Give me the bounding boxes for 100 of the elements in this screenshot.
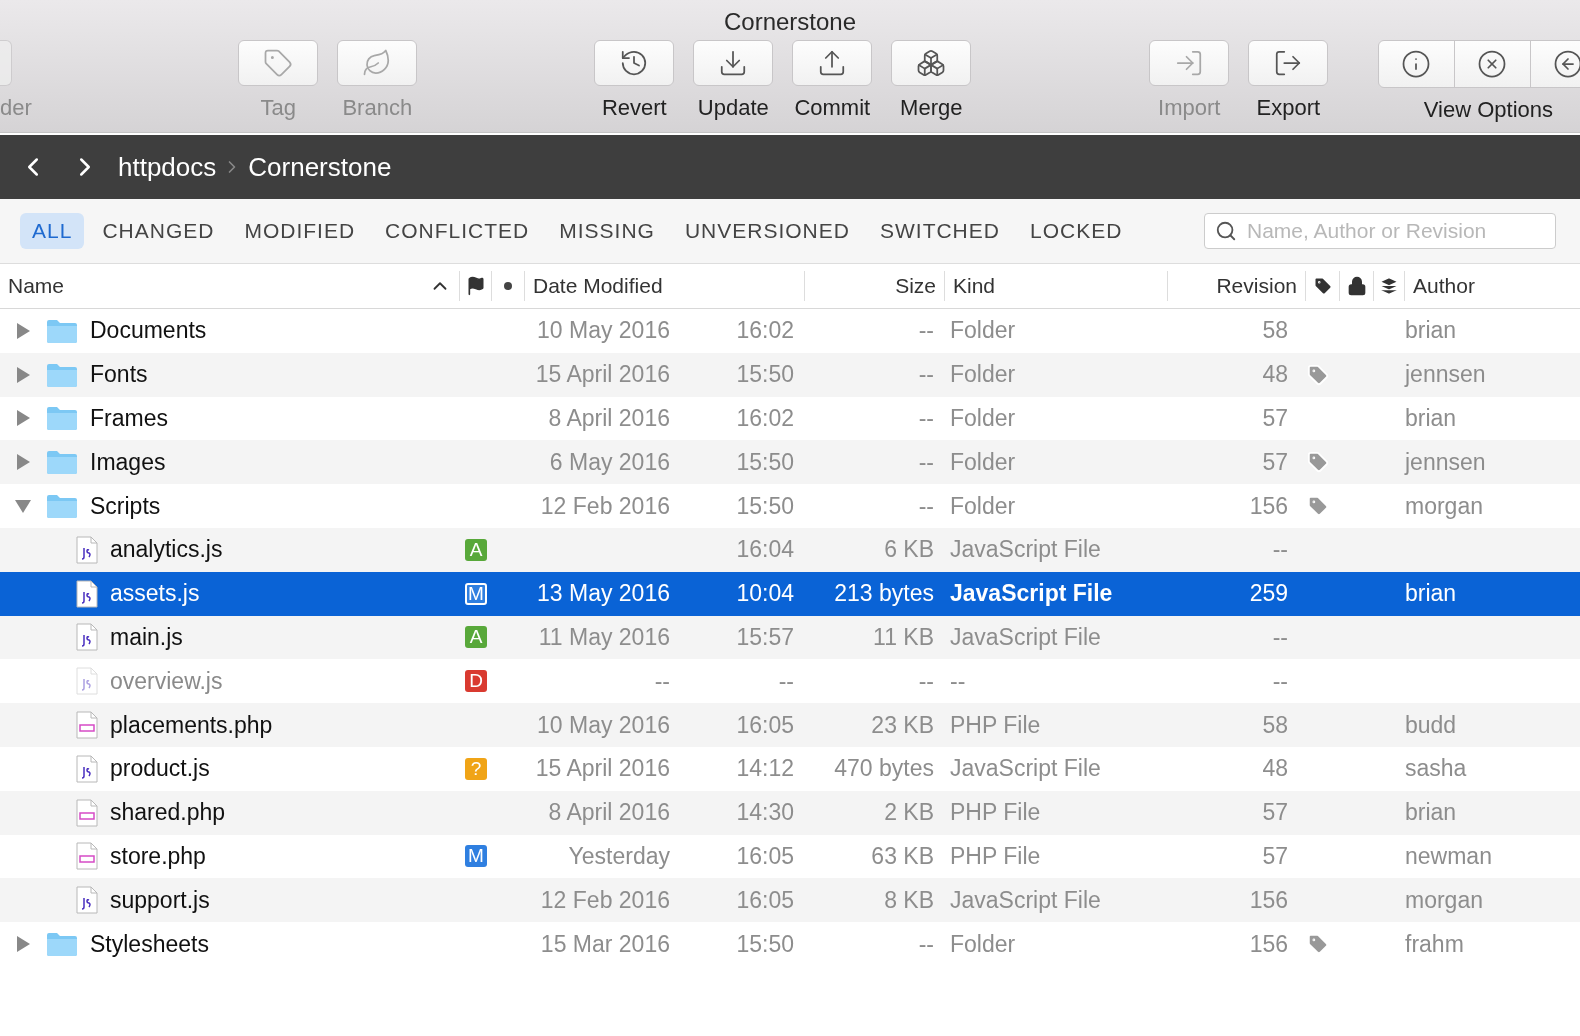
size-text: 11 KB — [872, 623, 935, 651]
size-text: -- — [917, 361, 935, 389]
date-text: 15 Mar 2016 — [539, 930, 671, 958]
revision-text: 57 — [1261, 448, 1289, 476]
time-text: 16:02 — [735, 405, 795, 432]
file-row[interactable]: support.js 12 Feb 2016 16:05 8 KB JavaScript File 156 morgan — [0, 878, 1580, 923]
time-text: 14:30 — [735, 799, 795, 827]
author-text: jennsen — [1403, 361, 1487, 389]
toolbar-button[interactable] — [792, 40, 873, 86]
file-row[interactable]: shared.php 8 April 2016 14:30 2 KB PHP File 57 brian — [0, 790, 1580, 835]
column-header[interactable]: Author — [1405, 271, 1580, 301]
filter-tab[interactable]: MISSING — [547, 213, 667, 249]
revision-text: 156 — [1248, 492, 1289, 520]
file-row[interactable]: assets.js M 13 May 2016 10:04 213 bytes JavaScript File 259 brian — [0, 571, 1580, 616]
toolbar-label: View Options — [1423, 97, 1553, 123]
file-name: shared.php — [110, 799, 226, 827]
file-name: store.php — [110, 842, 206, 870]
breadcrumb[interactable]: Cornerstone — [248, 151, 392, 183]
toolbar-label: Import — [1158, 95, 1221, 121]
date-text: 8 April 2016 — [547, 405, 671, 432]
revision-text: 57 — [1261, 842, 1289, 870]
date-text: 15 April 2016 — [534, 361, 671, 389]
size-text: -- — [917, 317, 935, 345]
triangle-right-icon — [15, 365, 31, 384]
date-text: 12 Feb 2016 — [539, 492, 671, 520]
revision-text: 156 — [1248, 886, 1289, 914]
toolbar-label: Revert — [601, 95, 667, 121]
file-row[interactable]: placements.php 10 May 2016 16:05 23 KB PHP File 58 budd — [0, 703, 1580, 747]
file-name: Scripts — [90, 492, 161, 520]
size-text: 470 bytes — [833, 755, 935, 783]
file-name: Frames — [90, 405, 168, 432]
date-text: 13 May 2016 — [536, 580, 671, 608]
toolbar-button[interactable] — [693, 40, 774, 86]
file-name: support.js — [110, 886, 210, 914]
triangle-down-icon — [14, 498, 32, 515]
status-badge: D — [465, 670, 487, 693]
file-row[interactable]: Fonts 15 April 2016 15:50 -- Folder 48 jennsen — [0, 352, 1580, 397]
triangle-right-icon — [15, 935, 31, 954]
file-name: main.js — [110, 623, 183, 651]
column-header[interactable]: Name — [0, 271, 460, 301]
file-row[interactable]: Images 6 May 2016 15:50 -- Folder 57 jennsen — [0, 440, 1580, 485]
size-text: 23 KB — [870, 711, 935, 739]
file-name: overview.js — [110, 667, 223, 695]
kind-text: PHP File — [949, 799, 1042, 827]
revision-text: 58 — [1261, 317, 1289, 345]
time-text: 16:04 — [735, 536, 795, 564]
author-text: brian — [1404, 317, 1458, 345]
filter-tab[interactable]: LOCKED — [1017, 213, 1135, 249]
time-text: 16:05 — [735, 886, 795, 914]
filter-tab[interactable]: MODIFIED — [232, 213, 368, 249]
column-header[interactable]: Date Modified — [525, 271, 805, 301]
tag-icon — [1312, 276, 1333, 296]
revision-text: 156 — [1248, 930, 1289, 958]
filter-tab[interactable]: CONFLICTED — [373, 213, 542, 249]
column-header[interactable]: Kind — [945, 271, 1168, 301]
size-text: 213 bytes — [833, 580, 935, 608]
kind-text: JavaScript File — [949, 623, 1102, 651]
kind-text: PHP File — [949, 711, 1042, 739]
toolbar-label: Tag — [260, 95, 297, 121]
kind-text: Folder — [949, 361, 1017, 389]
filter-tab[interactable]: SWITCHED — [867, 213, 1012, 249]
author-text: budd — [1404, 711, 1458, 739]
js-file-icon — [76, 579, 98, 608]
toolbar-button[interactable] — [594, 40, 675, 86]
status-badge: A — [465, 538, 487, 561]
back-icon — [1553, 49, 1580, 79]
revision-text: -- — [1271, 536, 1289, 564]
toolbar-button[interactable] — [1248, 40, 1329, 86]
kind-text: JavaScript File — [949, 886, 1102, 914]
filter-tab[interactable]: CHANGED — [90, 213, 227, 249]
window-title: Cornerstone — [723, 7, 857, 37]
column-header[interactable]: Revision — [1168, 271, 1306, 301]
js-file-icon — [76, 886, 98, 915]
file-row[interactable]: main.js A 11 May 2016 15:57 11 KB JavaScript File -- — [0, 615, 1580, 660]
toolbar-label: Export — [1256, 95, 1321, 121]
filter-tab[interactable]: UNVERSIONED — [672, 213, 862, 249]
file-name: placements.php — [110, 711, 273, 739]
time-text: 15:50 — [735, 492, 795, 520]
status-badge: A — [465, 626, 487, 649]
js-file-icon — [76, 754, 98, 783]
dot-icon — [504, 282, 512, 290]
php-file-icon — [76, 842, 98, 871]
toolbar-label: Branch — [342, 95, 413, 121]
column-header[interactable]: Size — [805, 271, 945, 301]
info-icon — [1401, 49, 1432, 79]
toolbar-label: Update — [697, 95, 769, 121]
search-field[interactable]: Name, Author or Revision — [1204, 213, 1556, 249]
tag-icon — [263, 48, 294, 78]
filter-tab[interactable]: ALL — [20, 213, 85, 249]
author-text: morgan — [1404, 886, 1484, 914]
view-options-control[interactable] — [1377, 40, 1580, 88]
file-name: assets.js — [110, 580, 200, 608]
file-row[interactable]: analytics.js A 16:04 6 KB JavaScript File -- — [0, 528, 1580, 572]
kind-text: Folder — [949, 405, 1017, 432]
time-text: 16:02 — [735, 317, 795, 345]
toolbar-button[interactable] — [891, 40, 972, 86]
file-name: Images — [90, 448, 166, 476]
toolbar-label: der — [0, 95, 32, 121]
kind-text: PHP File — [949, 842, 1042, 870]
breadcrumb[interactable]: httpdocs — [118, 151, 217, 183]
